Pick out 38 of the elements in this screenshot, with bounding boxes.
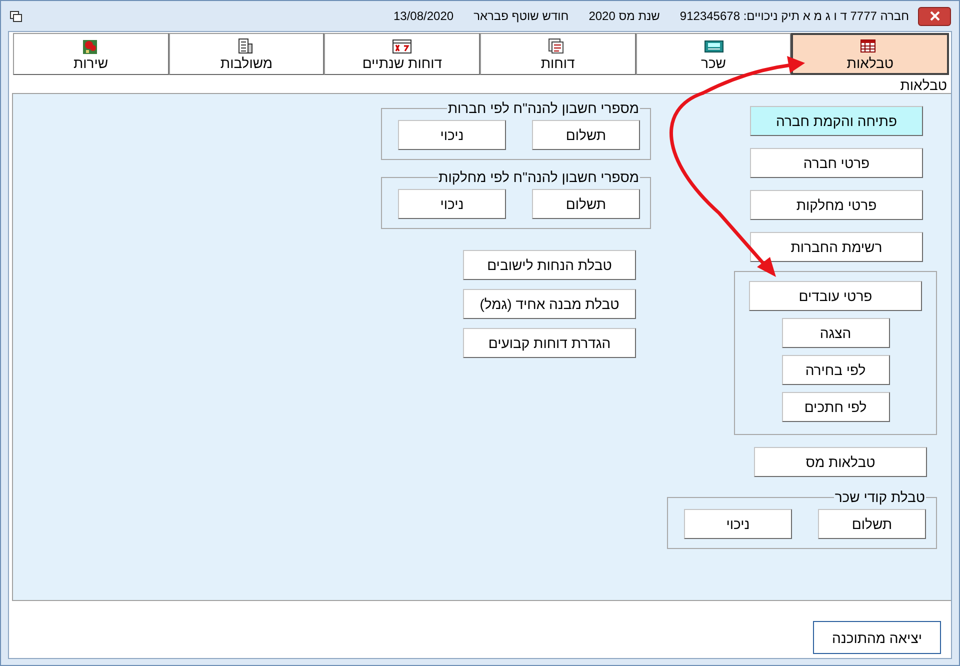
- menu-button[interactable]: תשלום: [818, 509, 926, 539]
- exit-button[interactable]: יציאה מהתוכנה: [813, 621, 941, 654]
- group-label: מספרי חשבון להנה"ח לפי מחלקות: [438, 169, 640, 185]
- menu-button[interactable]: רשימת החברות: [750, 232, 923, 262]
- tab[interactable]: דוחות: [480, 33, 636, 75]
- window-title: חברה 7777 ד ו ג מ א תיק ניכויים: 912345678: [680, 9, 909, 23]
- menu-button[interactable]: תשלום: [532, 120, 640, 150]
- window-title: שנת מס 2020: [588, 9, 660, 23]
- menu-button[interactable]: לפי בחירה: [782, 355, 890, 385]
- group-label: מספרי חשבון להנה"ח לפי חברות: [446, 100, 640, 116]
- menu-button[interactable]: טבלת מבנה אחיד (גמל): [463, 289, 636, 319]
- app-icon[interactable]: [10, 10, 22, 22]
- section-title: טבלאות: [900, 77, 947, 93]
- window-title: 13/08/2020: [394, 9, 454, 23]
- menu-button[interactable]: הצגה: [782, 318, 890, 348]
- menu-button[interactable]: פרטי עובדים: [749, 281, 922, 311]
- menu-button[interactable]: פתיחה והקמת חברה: [750, 106, 923, 136]
- menu-button[interactable]: לפי חתכים: [782, 392, 890, 422]
- tab[interactable]: שירות: [12, 33, 169, 75]
- window-title: חודש שוטף פבראר: [474, 9, 569, 23]
- menu-button[interactable]: טבלאות מס: [754, 447, 927, 477]
- menu-button[interactable]: טבלת הנחות לישובים: [463, 250, 636, 280]
- group-label: טבלת קודי שכר: [834, 489, 926, 505]
- tab[interactable]: דוחות שנתיים: [324, 33, 480, 75]
- menu-button[interactable]: ניכוי: [398, 120, 506, 150]
- tab[interactable]: טבלאות: [791, 33, 949, 75]
- menu-button[interactable]: הגדרת דוחות קבועים: [463, 328, 636, 358]
- tab[interactable]: משולבות: [168, 33, 324, 75]
- calendar-icon: [392, 38, 412, 54]
- menu-button[interactable]: פרטי חברה: [750, 148, 923, 178]
- menu-button[interactable]: תשלום: [532, 189, 640, 219]
- tab[interactable]: שכר: [636, 33, 792, 75]
- menu-button[interactable]: פרטי מחלקות: [750, 190, 923, 220]
- close-button[interactable]: [918, 6, 951, 26]
- cash-register-icon: [704, 38, 724, 54]
- menu-button[interactable]: ניכוי: [684, 509, 792, 539]
- menu-button[interactable]: ניכוי: [398, 189, 506, 219]
- close-icon: [928, 11, 940, 21]
